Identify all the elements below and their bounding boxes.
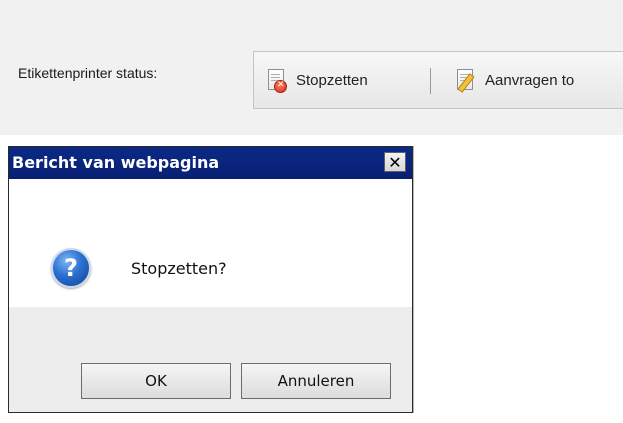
printer-status-label: Etikettenprinter status: xyxy=(18,65,158,81)
close-icon: ✕ xyxy=(388,152,402,172)
confirm-dialog: Bericht van webpagina ✕ ? Stopzetten? OK… xyxy=(8,146,413,413)
close-button[interactable]: ✕ xyxy=(384,152,406,172)
question-icon: ? xyxy=(51,248,91,288)
dialog-footer: OK Annuleren xyxy=(9,307,412,412)
dialog-title-bar[interactable]: Bericht van webpagina ✕ xyxy=(9,147,412,179)
stop-button-label: Stopzetten xyxy=(296,71,368,89)
request-button[interactable]: Aanvragen to xyxy=(457,52,574,108)
dialog-body: ? Stopzetten? xyxy=(9,179,412,307)
edit-document-icon xyxy=(457,69,475,93)
stop-button[interactable]: Stopzetten xyxy=(268,52,368,108)
stop-document-icon xyxy=(268,69,287,93)
page-header: Etikettenprinter status: Stopzetten Aanv… xyxy=(0,0,623,135)
toolbar-divider xyxy=(430,68,431,94)
dialog-title: Bericht van webpagina xyxy=(12,153,220,172)
ok-button[interactable]: OK xyxy=(81,363,231,399)
obscured-page-content xyxy=(413,146,420,413)
dialog-message: Stopzetten? xyxy=(131,259,227,278)
request-button-label: Aanvragen to xyxy=(485,71,575,89)
cancel-button[interactable]: Annuleren xyxy=(241,363,391,399)
status-toolbar: Stopzetten Aanvragen to xyxy=(253,51,623,109)
